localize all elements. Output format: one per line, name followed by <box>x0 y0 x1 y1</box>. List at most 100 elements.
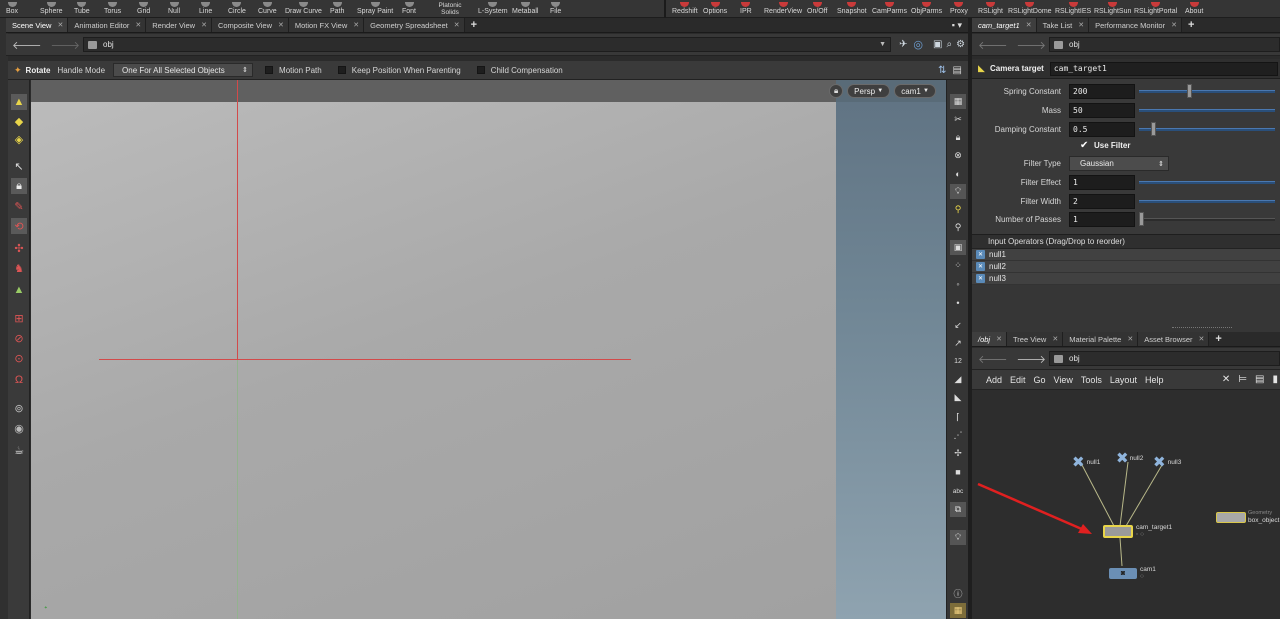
persp-menu[interactable]: Persp ▼ <box>847 84 891 98</box>
shelf-tool-rslight[interactable]: RSLight <box>978 0 1003 18</box>
node-null2[interactable]: ✖ null2 <box>1116 449 1143 467</box>
shelf-tool-circle[interactable]: Circle <box>228 0 246 18</box>
menu-go[interactable]: Go <box>1034 375 1046 385</box>
shelf-tool-path[interactable]: Path <box>330 0 344 18</box>
select-tool-icon[interactable]: ▲ <box>11 94 27 110</box>
pose-tool-icon[interactable]: ✎ <box>11 198 27 214</box>
node-cam1[interactable]: ◙ cam1 ○ <box>1109 566 1156 580</box>
shelf-tool-file[interactable]: File <box>550 0 561 18</box>
ghost-icon[interactable]: ✂ <box>950 112 966 127</box>
number-of-passes-slider[interactable] <box>1139 212 1275 227</box>
light-link-icon[interactable]: 💡︎ <box>950 530 966 545</box>
filter-width-slider[interactable] <box>1139 194 1275 209</box>
rig-tool-icon[interactable]: ♞ <box>11 260 27 276</box>
info-icon[interactable]: ⓘ <box>950 586 966 601</box>
filter-width-field[interactable]: 2 <box>1069 194 1135 209</box>
tab-take-list[interactable]: Take List ✕ <box>1036 18 1090 32</box>
shelf-tool-objparms[interactable]: ObjParms <box>911 0 942 18</box>
view-tool-icon[interactable]: ◉ <box>11 420 27 436</box>
menu-edit[interactable]: Edit <box>1010 375 1026 385</box>
shelf-tool-rslightportal[interactable]: RSLightPortal <box>1134 0 1177 18</box>
snap-grid-icon[interactable]: ⊞ <box>11 310 27 326</box>
shelf-tool-lsystem[interactable]: L-System <box>478 0 508 18</box>
bounding-box-icon[interactable]: ⋰ <box>950 428 966 443</box>
shelf-tool-rslighties[interactable]: RSLightIES <box>1055 0 1091 18</box>
damping-constant-field[interactable]: 0.5 <box>1069 122 1135 137</box>
input-operator-item[interactable]: ✕ null3 <box>972 273 1280 285</box>
add-tab-button[interactable]: + <box>465 18 483 32</box>
headlight-icon[interactable]: ⚲ <box>950 220 966 235</box>
shelf-tool-redshift[interactable]: Redshift <box>672 0 698 18</box>
use-filter-toggle[interactable]: ✔ Use Filter <box>1080 140 1130 151</box>
tab-material-palette[interactable]: Material Palette ✕ <box>1063 332 1139 346</box>
shelf-tool-about[interactable]: About <box>1185 0 1203 18</box>
uv-icon[interactable]: ◣ <box>950 390 966 405</box>
shelf-tool-sphere[interactable]: Sphere <box>40 0 63 18</box>
view-options-icon[interactable]: ⚙ <box>956 39 965 50</box>
close-icon[interactable]: ✕ <box>1127 335 1133 343</box>
menu-layout[interactable]: Layout <box>1110 375 1137 385</box>
shelf-tool-curve[interactable]: Curve <box>258 0 277 18</box>
link-icon[interactable]: ◎ <box>913 38 923 51</box>
close-icon[interactable]: ✕ <box>1171 21 1177 29</box>
mass-slider[interactable] <box>1139 103 1275 118</box>
node-cam-target1[interactable]: cam_target1 ◦ ○ <box>1103 524 1172 538</box>
guide-icon[interactable]: ⌈ <box>950 410 966 425</box>
menu-help[interactable]: Help <box>1145 375 1164 385</box>
shelf-tool-draw-curve[interactable]: Draw Curve <box>285 0 322 18</box>
panel-icon[interactable]: ▮ <box>1272 374 1278 385</box>
shading-icon[interactable]: ◐ <box>950 166 966 181</box>
tab-obj-network[interactable]: /obj ✕ <box>972 332 1007 346</box>
shelf-tool-rslightsun[interactable]: RSLightSun <box>1094 0 1131 18</box>
shelf-tool-grid[interactable]: Grid <box>137 0 150 18</box>
shelf-tool-onoff[interactable]: On/Off <box>807 0 828 18</box>
shelf-tool-platonic-solids[interactable]: Platonic Solids <box>434 0 466 18</box>
snap-prim-icon[interactable]: ⊘ <box>11 330 27 346</box>
filter-effect-field[interactable]: 1 <box>1069 175 1135 190</box>
close-icon[interactable]: ✕ <box>201 21 207 29</box>
text-display-icon[interactable]: abc <box>950 484 966 499</box>
close-icon[interactable]: ✕ <box>135 21 141 29</box>
shelf-tool-ipr[interactable]: IPR <box>740 0 752 18</box>
background-icon[interactable]: ▣ <box>950 240 966 255</box>
edit-tool-icon[interactable]: ◈ <box>11 131 27 147</box>
shelf-tool-renderview[interactable]: RenderView <box>764 0 802 18</box>
tree-layout-icon[interactable]: ⊨ <box>1238 374 1247 385</box>
camera-menu[interactable]: cam1 ▼ <box>894 84 936 98</box>
input-operator-item[interactable]: ✕ null1 <box>972 249 1280 261</box>
handle-mode-dropdown[interactable]: One For All Selected Objects ⇕ <box>113 63 254 77</box>
tab-performance-monitor[interactable]: Performance Monitor ✕ <box>1089 18 1182 32</box>
tab-animation-editor[interactable]: Animation Editor ✕ <box>68 18 147 32</box>
shelf-tool-box[interactable]: Box <box>6 0 18 18</box>
path-field[interactable]: obj <box>1049 351 1280 366</box>
back-arrow-icon[interactable]: 🡐 <box>978 38 1008 52</box>
close-icon[interactable]: ✕ <box>1026 21 1032 29</box>
filter-effect-slider[interactable] <box>1139 175 1275 190</box>
menu-add[interactable]: Add <box>986 375 1002 385</box>
prim-icon[interactable]: ◢ <box>950 372 966 387</box>
add-tab-button[interactable]: + <box>1209 332 1227 346</box>
normals-icon[interactable]: ↙ <box>950 318 966 333</box>
close-icon[interactable]: ✕ <box>1199 335 1205 343</box>
keep-position-checkbox[interactable] <box>337 66 346 74</box>
vector-icon[interactable]: ↗ <box>950 336 966 351</box>
wrench-icon[interactable]: ✕ <box>1222 374 1230 385</box>
zoom-icon[interactable]: ⌕ <box>946 39 952 50</box>
spring-constant-slider[interactable] <box>1139 84 1275 99</box>
shelf-tool-torus[interactable]: Torus <box>104 0 121 18</box>
mass-field[interactable]: 50 <box>1069 103 1135 118</box>
wire-icon[interactable]: ◦ <box>950 276 966 291</box>
shelf-tool-rslightdome[interactable]: RSLightDome <box>1008 0 1052 18</box>
isolate-icon[interactable]: ⊗ <box>950 148 966 163</box>
tab-scene-view[interactable]: Scene View ✕ <box>6 18 69 32</box>
forward-arrow-icon[interactable]: 🡒 <box>1017 352 1047 366</box>
tab-geometry-spreadsheet[interactable]: Geometry Spreadsheet ✕ <box>364 18 465 32</box>
network-editor[interactable]: ✖ null1 ✖ null2 ✖ null3 cam_target1 ◦ ○ ◙… <box>972 390 1280 619</box>
shelf-tool-tube[interactable]: Tube <box>74 0 90 18</box>
lighting-icon[interactable]: 💡︎ <box>950 184 966 199</box>
point-numbers-icon[interactable]: 12 <box>950 354 966 369</box>
node-box-object1[interactable]: Geometry box_object1 <box>1216 510 1280 524</box>
back-arrow-icon[interactable]: 🡐 <box>978 352 1008 366</box>
splitter-grip[interactable] <box>1172 327 1232 330</box>
number-of-passes-field[interactable]: 1 <box>1069 212 1135 227</box>
